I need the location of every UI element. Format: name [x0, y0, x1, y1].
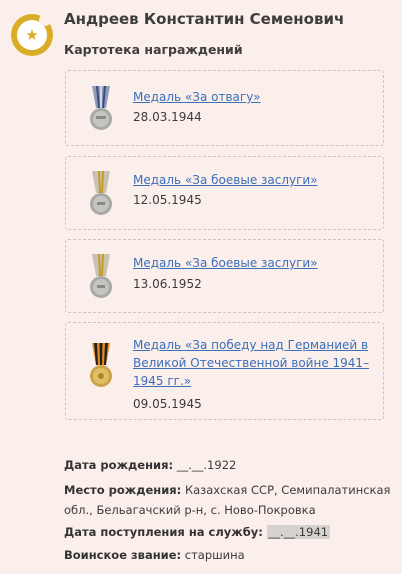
birth-place-value: обл., Бельагачский р-н, с. Ново-Покровка	[64, 503, 316, 517]
award-card: Медаль «За победу над Германией в Велико…	[65, 322, 384, 420]
award-date: 09.05.1945	[133, 397, 202, 411]
section-title: Картотека награждений	[64, 42, 243, 57]
award-card: Медаль «За боевые заслуги» 12.05.1945	[65, 156, 384, 230]
person-name: Андреев Константин Семенович	[64, 10, 345, 28]
service-start-row: Дата поступления на службу: __.__.1941	[64, 522, 394, 542]
medal-boevye-zaslugi-icon	[86, 169, 116, 217]
medal-pobeda-germaniya-icon	[86, 341, 116, 389]
award-link[interactable]: Медаль «За боевые заслуги»	[133, 171, 318, 189]
rank-label: Воинское звание:	[64, 548, 182, 562]
rank-row: Воинское звание: старшина	[64, 545, 394, 565]
award-link[interactable]: Медаль «За отвагу»	[133, 88, 261, 106]
award-link[interactable]: Великой Отечественной войне 1941–	[133, 354, 369, 372]
award-card: Медаль «За отвагу» 28.03.1944	[65, 70, 384, 146]
birth-place-label: Место рождения:	[64, 483, 182, 497]
award-link[interactable]: 1945 гг.»	[133, 372, 191, 390]
birth-place-row: Место рождения: Казахская ССР, Семипалат…	[64, 480, 394, 520]
award-card: Медаль «За боевые заслуги» 13.06.1952	[65, 239, 384, 313]
award-date: 13.06.1952	[133, 277, 202, 291]
star-icon: ★	[25, 25, 39, 44]
service-start-value: __.__.1941	[266, 525, 331, 539]
birth-date-label: Дата рождения:	[64, 458, 174, 472]
birth-place-value: Казахская ССР, Семипалатинская	[184, 483, 391, 497]
rank-value: старшина	[184, 548, 245, 562]
medal-boevye-zaslugi-icon	[86, 252, 116, 300]
award-date: 12.05.1945	[133, 193, 202, 207]
medal-za-otvagu-icon	[86, 84, 116, 132]
award-link[interactable]: Медаль «За победу над Германией в	[133, 336, 368, 354]
award-badge-icon: ★	[11, 14, 53, 56]
birth-date-value: __.__.1922	[176, 458, 237, 472]
award-date: 28.03.1944	[133, 110, 202, 124]
service-start-label: Дата поступления на службу:	[64, 525, 263, 539]
award-link[interactable]: Медаль «За боевые заслуги»	[133, 254, 318, 272]
birth-date-row: Дата рождения: __.__.1922	[64, 455, 394, 475]
